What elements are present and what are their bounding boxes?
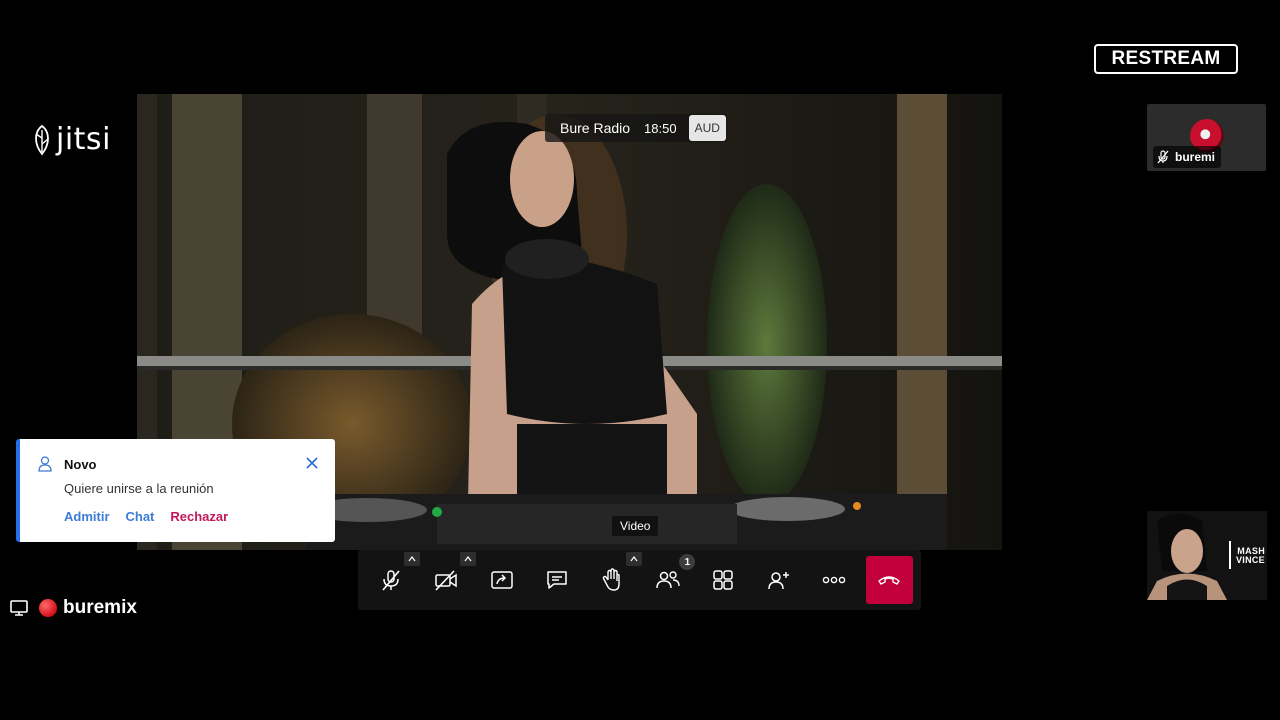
meeting-info: Bure Radio 18:50 AUD [545,114,727,142]
participant-tile-vince[interactable]: MASH VINCE [1147,511,1267,600]
notification-message: Quiere unirse a la reunión [64,481,214,496]
reactions-toggle[interactable] [626,552,643,566]
invite-button[interactable] [755,556,802,604]
mic-muted-icon [1157,150,1169,164]
jitsi-logo: jitsi [30,122,111,157]
meeting-timer: 18:50 [644,120,677,136]
hand-icon [603,568,621,591]
participants-count-badge: 1 [679,554,696,570]
chat-button[interactable]: Chat [126,509,155,524]
screen-share-name: buremix [63,597,137,618]
audio-settings-toggle[interactable] [404,552,421,566]
reject-button[interactable]: Rechazar [170,509,228,524]
chat-icon [547,571,567,589]
video-settings-toggle[interactable] [459,552,476,566]
user-icon [38,456,52,472]
more-icon [822,576,846,584]
toolbar: 1 [358,550,921,610]
camera-button[interactable] [422,552,476,604]
participant-tile-buremi[interactable]: buremi [1147,104,1266,171]
audio-only-badge[interactable]: AUD [688,115,726,141]
jitsi-leaf-icon [35,124,49,155]
video-quality-label: Video [612,516,659,536]
hangup-button[interactable] [865,556,914,604]
participant-name: buremi [1175,150,1216,164]
jitsi-wordmark: jitsi [56,122,111,157]
grid-icon [713,570,733,590]
mic-off-icon [382,570,400,591]
raise-hand-button[interactable] [589,552,643,604]
close-icon[interactable] [305,456,319,470]
live-indicator-icon [39,599,57,617]
add-person-icon [767,572,789,590]
participants-icon [655,571,680,589]
chat-toggle-button[interactable] [533,556,580,604]
camera-off-icon [435,570,457,591]
participant-nametag: buremi [1153,146,1222,168]
chevron-up-icon [408,556,416,562]
meeting-name: Bure Radio [560,120,631,136]
share-screen-button[interactable] [478,556,525,604]
admit-button[interactable]: Admitir [64,509,110,524]
participants-button[interactable]: 1 [644,554,696,604]
chevron-up-icon [464,556,472,562]
share-screen-icon [490,571,513,589]
more-actions-button[interactable] [810,556,857,604]
tile-view-button[interactable] [699,556,746,604]
knocking-participant-notification: Novo Quiere unirse a la reunión Admitir … [16,439,335,542]
mash-vince-logo: MASH VINCE [1235,546,1265,565]
chevron-up-icon [630,556,638,562]
notification-actions: Admitir Chat Rechazar [64,509,228,524]
restream-logo: RESTREAM [1094,44,1238,74]
microphone-button[interactable] [367,552,421,604]
hangup-icon [878,576,901,585]
screen-share-icon [10,600,28,616]
notification-title: Novo [64,457,97,472]
screen-share-label: buremix [9,597,137,619]
